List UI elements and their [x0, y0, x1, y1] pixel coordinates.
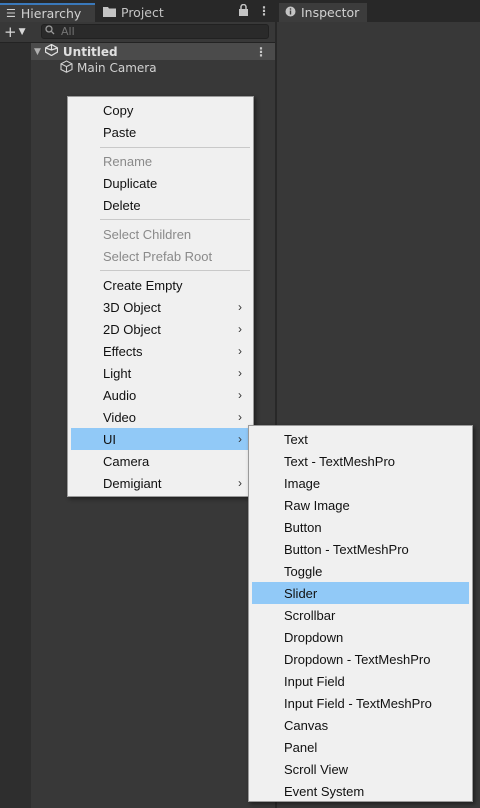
scene-row[interactable]: ▼ Untitled ⋮ [31, 43, 275, 60]
ui-submenu: Text Text - TextMeshPro Image Raw Image … [248, 425, 473, 802]
search-icon [45, 25, 55, 38]
plus-icon: + [4, 23, 17, 41]
menu-item-2d-object[interactable]: 2D Object › [71, 318, 250, 340]
menu-item-light[interactable]: Light › [71, 362, 250, 384]
submenu-item-event-system[interactable]: Event System [252, 780, 469, 802]
menu-item-label: UI [103, 431, 116, 447]
folder-icon [103, 6, 116, 20]
cube-icon [60, 60, 73, 76]
hierarchy-gutter [0, 42, 31, 808]
menu-item-select-children: Select Children [103, 226, 192, 242]
context-menu: Copy Paste Rename Duplicate Delete Selec… [67, 96, 254, 497]
menu-item-label: Video [103, 409, 137, 425]
chevron-right-icon: › [238, 388, 242, 402]
tab-inspector[interactable]: Inspector [279, 3, 367, 22]
menu-item-label: Effects [103, 343, 143, 359]
menu-separator [100, 147, 250, 148]
hierarchy-item-main-camera[interactable]: Main Camera [60, 60, 157, 76]
submenu-item-toggle[interactable]: Toggle [252, 560, 469, 582]
search-input[interactable] [61, 25, 241, 38]
chevron-right-icon: › [238, 476, 242, 490]
hierarchy-toolbar: + ▼ [0, 22, 275, 43]
tab-project[interactable]: Project [97, 3, 197, 22]
menu-item-effects[interactable]: Effects › [71, 340, 250, 362]
fold-arrow-icon[interactable]: ▼ [34, 47, 41, 57]
menu-item-video[interactable]: Video › [71, 406, 250, 428]
menu-separator [100, 219, 250, 220]
info-icon [285, 6, 296, 20]
chevron-right-icon: › [238, 410, 242, 424]
chevron-right-icon: › [238, 366, 242, 380]
tab-project-label: Project [121, 5, 164, 20]
tab-hierarchy-label: Hierarchy [20, 6, 82, 21]
submenu-item-dropdown[interactable]: Dropdown [252, 626, 469, 648]
menu-item-rename: Rename [103, 153, 153, 169]
menu-separator [100, 270, 250, 271]
add-button[interactable]: + ▼ [4, 23, 34, 41]
submenu-item-panel[interactable]: Panel [252, 736, 469, 758]
scene-name: Untitled [62, 44, 118, 59]
menu-item-3d-object[interactable]: 3D Object › [71, 296, 250, 318]
chevron-right-icon: › [238, 300, 242, 314]
submenu-item-image[interactable]: Image [252, 472, 469, 494]
menu-item-label: 2D Object [103, 321, 161, 337]
tab-hierarchy[interactable]: ☰ Hierarchy [0, 3, 95, 22]
kebab-menu-icon[interactable]: ⋮ [258, 4, 270, 18]
menu-item-ui[interactable]: UI › [71, 428, 250, 450]
list-icon: ☰ [6, 7, 16, 20]
chevron-right-icon: › [238, 322, 242, 336]
menu-item-delete[interactable]: Delete [71, 194, 250, 216]
menu-item-create-empty[interactable]: Create Empty [71, 274, 250, 296]
menu-item-copy[interactable]: Copy [71, 99, 250, 121]
menu-item-select-prefab-root: Select Prefab Root [103, 248, 213, 264]
tab-inspector-label: Inspector [301, 5, 360, 20]
menu-item-duplicate[interactable]: Duplicate [71, 172, 250, 194]
menu-item-demigiant[interactable]: Demigiant › [71, 472, 250, 494]
submenu-item-canvas[interactable]: Canvas [252, 714, 469, 736]
chevron-down-icon: ▼ [18, 27, 26, 37]
lock-icon[interactable] [238, 3, 249, 19]
menu-item-camera[interactable]: Camera [71, 450, 250, 472]
unity-scene-icon [44, 43, 59, 59]
menu-item-paste[interactable]: Paste [71, 121, 250, 143]
menu-item-audio[interactable]: Audio › [71, 384, 250, 406]
menu-item-label: Demigiant [103, 475, 162, 491]
submenu-item-scrollbar[interactable]: Scrollbar [252, 604, 469, 626]
object-name: Main Camera [77, 61, 157, 75]
kebab-menu-icon[interactable]: ⋮ [255, 45, 267, 59]
submenu-item-input-field-textmeshpro[interactable]: Input Field - TextMeshPro [252, 692, 469, 714]
submenu-item-dropdown-textmeshpro[interactable]: Dropdown - TextMeshPro [252, 648, 469, 670]
menu-item-label: Light [103, 365, 132, 381]
submenu-item-button-textmeshpro[interactable]: Button - TextMeshPro [252, 538, 469, 560]
submenu-item-input-field[interactable]: Input Field [252, 670, 469, 692]
submenu-item-raw-image[interactable]: Raw Image [252, 494, 469, 516]
submenu-item-button[interactable]: Button [252, 516, 469, 538]
menu-item-label: Audio [103, 387, 137, 403]
submenu-item-scroll-view[interactable]: Scroll View [252, 758, 469, 780]
menu-item-label: 3D Object [103, 299, 161, 315]
submenu-item-slider[interactable]: Slider [252, 582, 469, 604]
chevron-right-icon: › [238, 432, 242, 446]
submenu-item-text[interactable]: Text [252, 428, 469, 450]
submenu-item-text-textmeshpro[interactable]: Text - TextMeshPro [252, 450, 469, 472]
chevron-right-icon: › [238, 344, 242, 358]
search-field[interactable] [41, 24, 269, 39]
